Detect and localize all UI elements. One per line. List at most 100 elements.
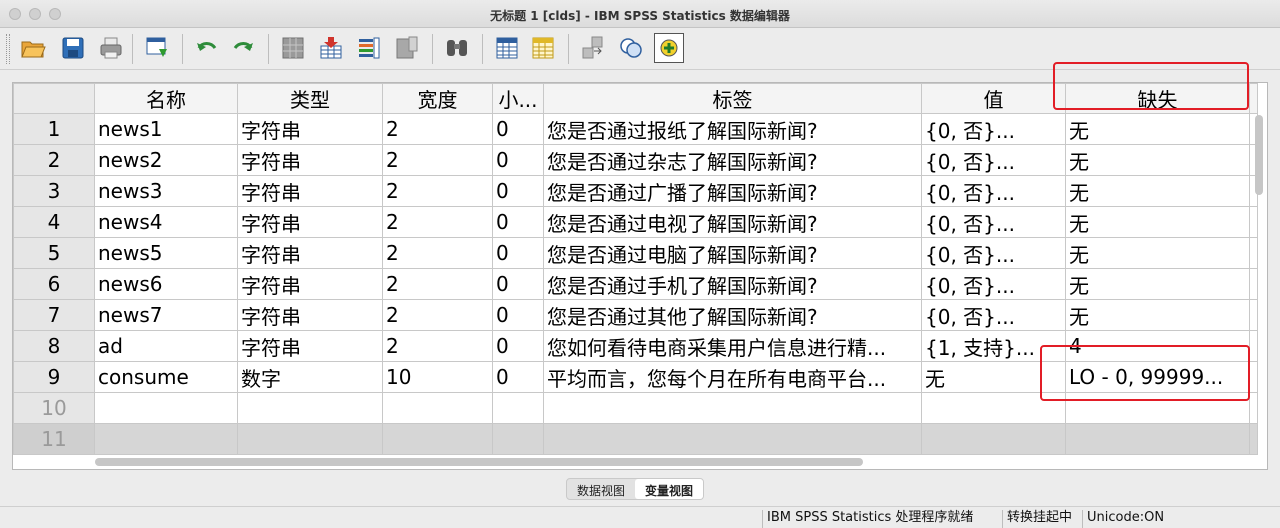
cell-missing[interactable]: 无 bbox=[1065, 237, 1250, 269]
cell-missing[interactable]: 无 bbox=[1065, 206, 1250, 238]
cell-label[interactable]: 您是否通过杂志了解国际新闻? bbox=[543, 144, 922, 176]
cell-empty[interactable] bbox=[492, 392, 544, 424]
cell-type[interactable]: 字符串 bbox=[237, 268, 383, 300]
cell-values[interactable]: {0, 否}... bbox=[921, 268, 1066, 300]
cell-width[interactable]: 2 bbox=[382, 113, 493, 145]
column-header-name[interactable]: 名称 bbox=[94, 83, 238, 114]
row-number[interactable]: 3 bbox=[13, 175, 95, 207]
cell-type[interactable]: 数字 bbox=[237, 361, 383, 393]
cell-label[interactable]: 您如何看待电商采集用户信息进行精... bbox=[543, 330, 922, 362]
recall-dialog-icon[interactable] bbox=[142, 33, 172, 63]
cell-decimals[interactable]: 0 bbox=[492, 361, 544, 393]
cell-overflow[interactable] bbox=[1249, 268, 1258, 300]
cell-name[interactable]: consume bbox=[94, 361, 238, 393]
cell-type[interactable]: 字符串 bbox=[237, 206, 383, 238]
cell-empty[interactable] bbox=[492, 423, 544, 455]
cell-values[interactable]: {0, 否}... bbox=[921, 175, 1066, 207]
goto-variable-icon[interactable] bbox=[316, 33, 346, 63]
row-number[interactable]: 2 bbox=[13, 144, 95, 176]
cell-values[interactable]: {0, 否}... bbox=[921, 113, 1066, 145]
split-file-icon[interactable] bbox=[578, 33, 608, 63]
cell-width[interactable]: 10 bbox=[382, 361, 493, 393]
cell-empty[interactable] bbox=[543, 392, 922, 424]
horizontal-scrollbar[interactable] bbox=[95, 458, 863, 466]
cell-decimals[interactable]: 0 bbox=[492, 330, 544, 362]
cell-width[interactable]: 2 bbox=[382, 237, 493, 269]
cell-label[interactable]: 您是否通过手机了解国际新闻? bbox=[543, 268, 922, 300]
column-header-type[interactable]: 类型 bbox=[237, 83, 383, 114]
row-number[interactable]: 8 bbox=[13, 330, 95, 362]
cell-decimals[interactable]: 0 bbox=[492, 175, 544, 207]
cell-missing[interactable]: 无 bbox=[1065, 113, 1250, 145]
tab-variable-view[interactable]: 变量视图 bbox=[635, 479, 704, 499]
row-number[interactable]: 9 bbox=[13, 361, 95, 393]
print-icon[interactable] bbox=[96, 33, 126, 63]
cell-label[interactable]: 您是否通过广播了解国际新闻? bbox=[543, 175, 922, 207]
cell-overflow[interactable] bbox=[1249, 330, 1258, 362]
cell-type[interactable]: 字符串 bbox=[237, 237, 383, 269]
cell-width[interactable]: 2 bbox=[382, 299, 493, 331]
goto-case-icon[interactable] bbox=[278, 33, 308, 63]
cell-empty[interactable] bbox=[1249, 423, 1258, 455]
cell-overflow[interactable] bbox=[1249, 299, 1258, 331]
row-number[interactable]: 6 bbox=[13, 268, 95, 300]
vertical-scrollbar[interactable] bbox=[1255, 115, 1263, 195]
cell-name[interactable]: news5 bbox=[94, 237, 238, 269]
column-header-width[interactable]: 宽度 bbox=[382, 83, 493, 114]
cell-type[interactable]: 字符串 bbox=[237, 144, 383, 176]
cell-type[interactable]: 字符串 bbox=[237, 330, 383, 362]
cell-empty[interactable] bbox=[382, 423, 493, 455]
cell-type[interactable]: 字符串 bbox=[237, 113, 383, 145]
cell-width[interactable]: 2 bbox=[382, 268, 493, 300]
cell-name[interactable]: news2 bbox=[94, 144, 238, 176]
cell-width[interactable]: 2 bbox=[382, 206, 493, 238]
cell-empty[interactable] bbox=[382, 392, 493, 424]
cell-label[interactable]: 平均而言，您每个月在所有电商平台... bbox=[543, 361, 922, 393]
column-header-decimals[interactable]: 小... bbox=[492, 83, 544, 114]
cell-empty[interactable] bbox=[1065, 423, 1250, 455]
toolbar-grip[interactable] bbox=[6, 34, 10, 64]
column-header-values[interactable]: 值 bbox=[921, 83, 1066, 114]
save-icon[interactable] bbox=[58, 33, 88, 63]
cell-label[interactable]: 您是否通过其他了解国际新闻? bbox=[543, 299, 922, 331]
cell-name[interactable]: news3 bbox=[94, 175, 238, 207]
undo-icon[interactable] bbox=[192, 33, 222, 63]
cell-name[interactable]: ad bbox=[94, 330, 238, 362]
cell-name[interactable]: news4 bbox=[94, 206, 238, 238]
cell-values[interactable]: {0, 否}... bbox=[921, 206, 1066, 238]
cell-type[interactable]: 字符串 bbox=[237, 299, 383, 331]
tab-data-view[interactable]: 数据视图 bbox=[567, 479, 635, 499]
cell-decimals[interactable]: 0 bbox=[492, 299, 544, 331]
cell-missing[interactable]: 无 bbox=[1065, 144, 1250, 176]
cell-empty[interactable] bbox=[94, 423, 238, 455]
cell-values[interactable]: {0, 否}... bbox=[921, 299, 1066, 331]
cell-overflow[interactable] bbox=[1249, 361, 1258, 393]
cell-label[interactable]: 您是否通过电视了解国际新闻? bbox=[543, 206, 922, 238]
cell-width[interactable]: 2 bbox=[382, 330, 493, 362]
open-icon[interactable] bbox=[18, 33, 48, 63]
cell-empty[interactable] bbox=[543, 423, 922, 455]
cell-empty[interactable] bbox=[237, 423, 383, 455]
cell-label[interactable]: 您是否通过报纸了解国际新闻? bbox=[543, 113, 922, 145]
variables-icon[interactable] bbox=[354, 33, 384, 63]
row-number[interactable]: 10 bbox=[13, 392, 95, 424]
row-number[interactable]: 7 bbox=[13, 299, 95, 331]
use-sets-icon[interactable] bbox=[654, 33, 684, 63]
value-labels-icon[interactable] bbox=[616, 33, 646, 63]
cell-width[interactable]: 2 bbox=[382, 175, 493, 207]
cell-name[interactable]: news1 bbox=[94, 113, 238, 145]
cell-empty[interactable] bbox=[237, 392, 383, 424]
cell-missing[interactable]: 无 bbox=[1065, 268, 1250, 300]
cell-decimals[interactable]: 0 bbox=[492, 268, 544, 300]
grid-corner[interactable] bbox=[13, 83, 95, 114]
cell-missing[interactable]: 无 bbox=[1065, 175, 1250, 207]
row-number[interactable]: 1 bbox=[13, 113, 95, 145]
column-header-overflow[interactable] bbox=[1249, 83, 1258, 114]
cell-name[interactable]: news6 bbox=[94, 268, 238, 300]
cell-decimals[interactable]: 0 bbox=[492, 206, 544, 238]
cell-values[interactable]: {0, 否}... bbox=[921, 144, 1066, 176]
redo-icon[interactable] bbox=[228, 33, 258, 63]
cell-empty[interactable] bbox=[1249, 392, 1258, 424]
cell-decimals[interactable]: 0 bbox=[492, 237, 544, 269]
row-number[interactable]: 5 bbox=[13, 237, 95, 269]
